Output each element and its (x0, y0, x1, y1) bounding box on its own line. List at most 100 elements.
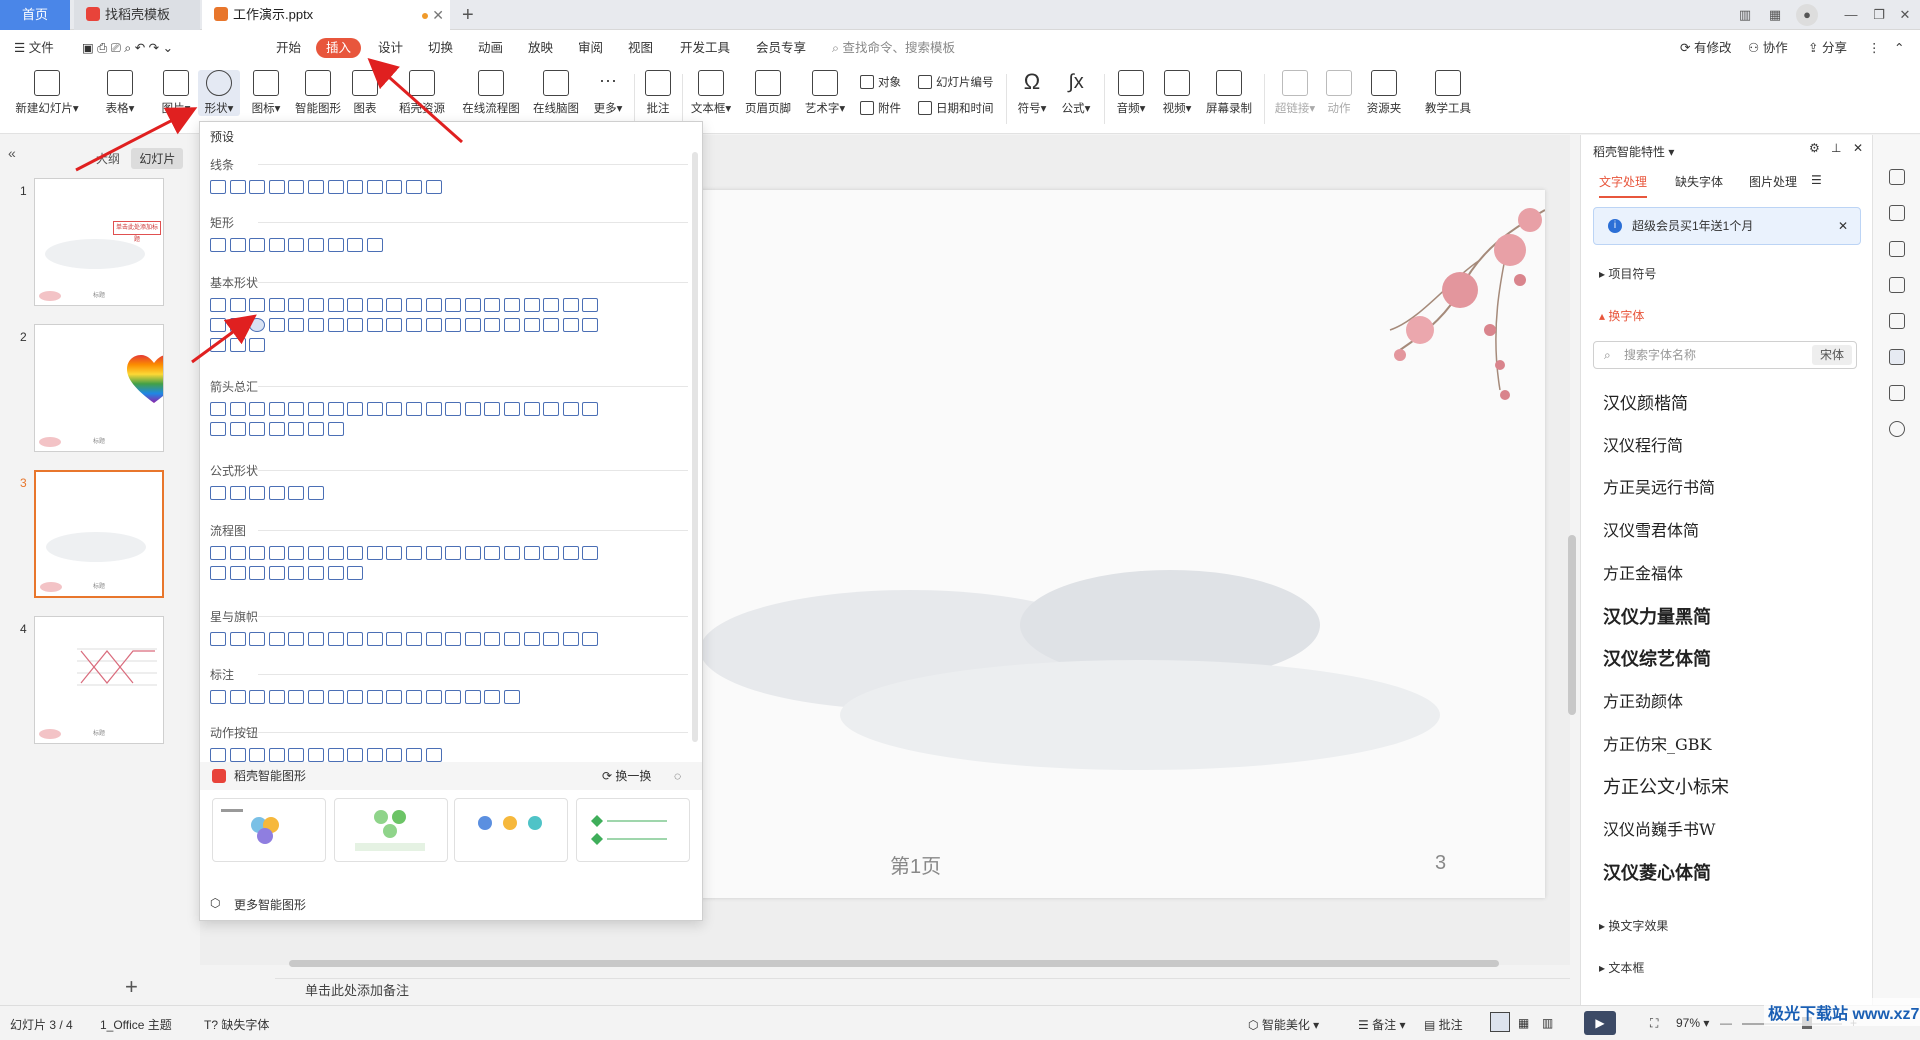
font-filter[interactable]: 宋体 (1811, 345, 1852, 365)
shape-item[interactable] (327, 402, 344, 416)
shape-item[interactable] (268, 318, 285, 332)
settings-icon[interactable]: ⚙ (1809, 141, 1820, 155)
shape-item[interactable] (523, 298, 540, 312)
shape-item[interactable] (484, 632, 501, 646)
docer-resource-button[interactable]: 稻壳资源 (396, 70, 448, 116)
collapse-panel-icon[interactable]: « (8, 145, 16, 161)
shape-item[interactable] (504, 318, 520, 332)
more-button[interactable]: ··· 更多▾ (590, 70, 626, 116)
shape-item[interactable] (229, 338, 246, 352)
shape-item[interactable] (543, 632, 560, 646)
shape-item[interactable] (210, 338, 226, 352)
slide-canvas[interactable] (640, 190, 1545, 898)
shape-item[interactable] (464, 318, 481, 332)
menu-animation[interactable]: 动画 (474, 38, 507, 58)
shape-item[interactable] (249, 748, 266, 762)
shape-item[interactable] (308, 486, 324, 500)
shape-item[interactable] (464, 402, 481, 416)
restore-icon[interactable]: ❐ (1868, 4, 1890, 26)
shape-item[interactable] (386, 690, 403, 704)
shape-item[interactable] (308, 748, 324, 762)
shape-item[interactable] (543, 402, 560, 416)
picture-button[interactable]: 图片▾ (156, 70, 196, 116)
grid-icon[interactable]: ▦ (1764, 4, 1786, 26)
shape-item[interactable] (229, 632, 246, 646)
shape-item[interactable] (308, 298, 324, 312)
object-button[interactable]: 对象 (860, 74, 901, 90)
shape-item[interactable] (366, 318, 383, 332)
action-button[interactable]: 动作 (1324, 70, 1354, 116)
tab-template[interactable]: 找稻壳模板 (74, 0, 200, 30)
shape-item[interactable] (210, 486, 226, 500)
font-item[interactable]: 汉仪颜楷简 (1603, 389, 1688, 414)
shape-item[interactable] (406, 748, 422, 762)
shape-item[interactable] (229, 402, 246, 416)
shape-item[interactable] (366, 748, 383, 762)
panel-title[interactable]: 稻壳智能特性 ▾ (1593, 143, 1674, 160)
datetime-button[interactable]: 日期和时间 (918, 100, 994, 116)
menu-view[interactable]: 视图 (624, 38, 657, 58)
textbox-button[interactable]: 文本框▾ (688, 70, 734, 116)
shape-item[interactable] (249, 632, 266, 646)
notes-area[interactable]: 单击此处添加备注 (275, 978, 1570, 1002)
shape-item[interactable] (249, 566, 266, 580)
shape-item[interactable] (425, 180, 442, 194)
shape-item[interactable] (229, 566, 246, 580)
shape-item[interactable] (445, 546, 462, 560)
reading-view-icon[interactable]: ▥ (1542, 1016, 1553, 1030)
shape-item[interactable] (386, 402, 403, 416)
shape-item[interactable] (249, 180, 266, 194)
shape-item[interactable] (484, 402, 501, 416)
tab-outline[interactable]: 大纲 (88, 148, 128, 169)
shape-item[interactable] (347, 402, 364, 416)
close-window-icon[interactable]: ✕ (1894, 4, 1916, 26)
menu-slideshow[interactable]: 放映 (524, 38, 557, 58)
shape-item[interactable] (210, 748, 226, 762)
tab-text-processing[interactable]: 文字处理 (1599, 173, 1648, 198)
tab-slides[interactable]: 幻灯片 (131, 148, 184, 169)
shape-item[interactable] (484, 298, 501, 312)
shape-item[interactable] (249, 298, 266, 312)
layout-icon[interactable]: ▥ (1734, 4, 1756, 26)
menu-review[interactable]: 审阅 (574, 38, 607, 58)
shape-item[interactable] (268, 180, 285, 194)
shape-item[interactable] (523, 402, 540, 416)
shape-item[interactable] (288, 238, 305, 252)
shape-item[interactable] (249, 546, 266, 560)
shape-item[interactable] (268, 422, 285, 436)
shape-item[interactable] (308, 690, 324, 704)
resources-button[interactable]: 资源夹 (1362, 70, 1406, 116)
adjust-icon[interactable] (1889, 205, 1905, 221)
shape-item[interactable] (327, 566, 344, 580)
shape-item[interactable] (327, 546, 344, 560)
shape-item[interactable] (406, 402, 422, 416)
shape-item[interactable] (484, 690, 501, 704)
new-slide-button[interactable]: 新建幻灯片▾ (10, 70, 84, 116)
fit-icon[interactable]: ⛶ (1650, 1016, 1658, 1031)
shape-item[interactable] (249, 422, 266, 436)
font-item[interactable]: 汉仪综艺体简 (1603, 645, 1711, 671)
shape-item[interactable] (327, 690, 344, 704)
menu-transition[interactable]: 切换 (424, 38, 457, 58)
scroll-thumb[interactable] (1568, 535, 1576, 715)
smart-graphic-button[interactable]: 智能图形 (290, 70, 346, 116)
video-button[interactable]: 视频▾ (1158, 70, 1196, 116)
shape-item[interactable] (347, 546, 364, 560)
font-search-input[interactable]: ⌕ 搜索字体名称 宋体 (1593, 341, 1857, 369)
tab-missing-font[interactable]: 缺失字体 (1675, 173, 1723, 190)
shape-item[interactable] (327, 422, 344, 436)
font-item[interactable]: 汉仪雪君体简 (1603, 517, 1699, 541)
shape-item[interactable] (288, 486, 305, 500)
beautify-button[interactable]: ⬡ 智能美化 ▾ (1248, 1016, 1319, 1033)
shape-item[interactable] (229, 486, 246, 500)
tab-home[interactable]: 首页 (0, 0, 70, 30)
copy-icon[interactable] (1889, 277, 1905, 293)
collapse-ribbon-icon[interactable]: ⌃ (1890, 38, 1908, 58)
shape-item[interactable] (562, 402, 579, 416)
comment-toggle[interactable]: ▤ 批注 (1424, 1016, 1463, 1033)
shape-item[interactable] (288, 632, 305, 646)
shape-item[interactable] (268, 748, 285, 762)
help-icon[interactable] (1889, 421, 1905, 437)
shape-item[interactable] (386, 632, 403, 646)
book-icon[interactable] (1889, 385, 1905, 401)
